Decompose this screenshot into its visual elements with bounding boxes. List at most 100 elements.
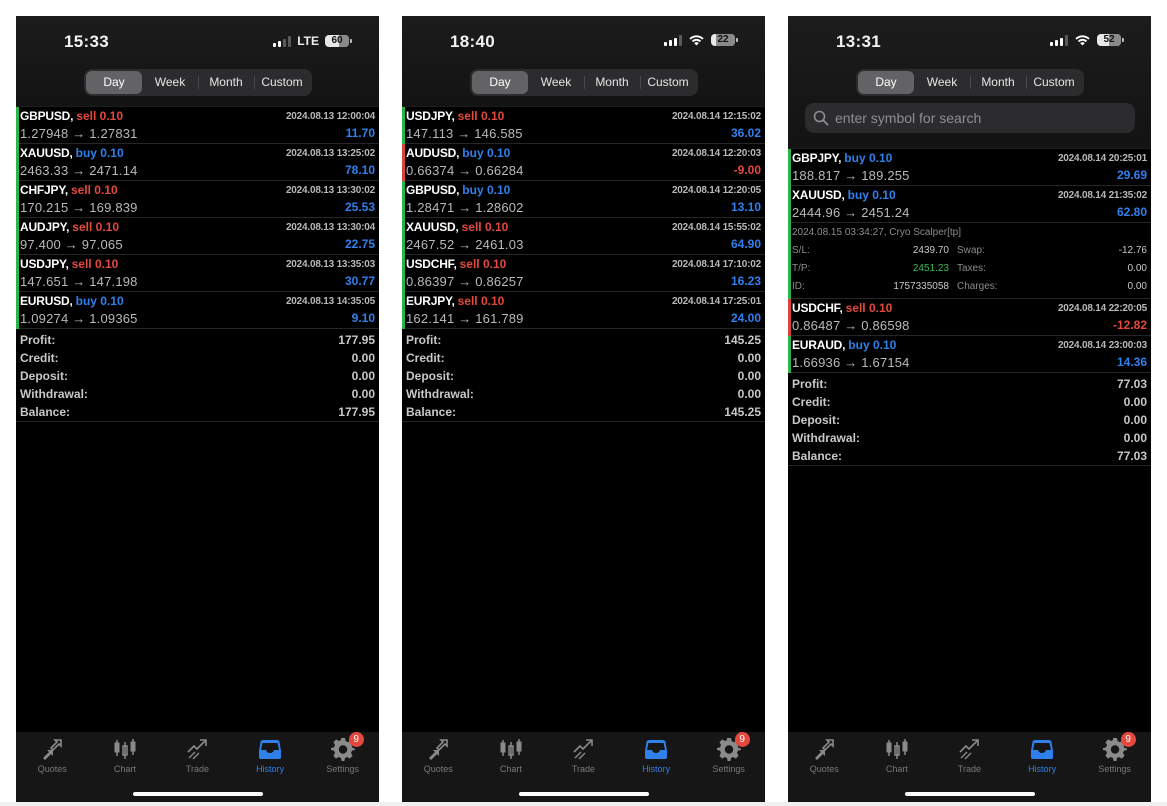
deal-symbol: GBPJPY, <box>792 151 842 165</box>
deal-profit: 16.23 <box>730 274 761 288</box>
tab-trade[interactable]: Trade <box>547 734 620 780</box>
summary-value: 0.00 <box>351 369 375 383</box>
deal-side-volume: buy 0.10 <box>462 183 511 197</box>
deal-result-indicator <box>16 218 19 255</box>
deal-result-indicator <box>788 336 791 373</box>
notification-badge: 9 <box>1120 732 1136 747</box>
summary-label: Profit: <box>406 333 442 347</box>
period-tab-month[interactable]: Month <box>198 71 254 94</box>
deal-row[interactable]: CHFJPY, sell 0.10 2024.08.13 13:30:02 170.2… <box>16 181 379 218</box>
detail-label: Charges: <box>957 281 998 292</box>
tab-quotes[interactable]: Quotes <box>16 734 89 780</box>
summary-label: Credit: <box>406 351 445 365</box>
period-tab-week[interactable]: Week <box>142 71 198 94</box>
deal-row[interactable]: EURJPY, sell 0.10 2024.08.14 17:25:01 162.1… <box>402 292 765 329</box>
detail-label: T/P: <box>792 263 811 274</box>
deal-side-volume: buy 0.10 <box>848 338 897 352</box>
deal-time: 2024.08.13 13:35:03 <box>285 259 375 270</box>
deal-side-volume: buy 0.10 <box>462 146 511 160</box>
deal-row[interactable]: GBPUSD, buy 0.10 2024.08.14 12:20:05 1.2847… <box>402 181 765 218</box>
deal-prices: 97.400 → 97.065 <box>20 237 123 252</box>
tab-settings[interactable]: 9 Settings <box>1078 732 1151 780</box>
deal-row[interactable]: EURAUD, buy 0.10 2024.08.14 23:00:03 1.6693… <box>788 336 1151 373</box>
deal-row[interactable]: XAUUSD, buy 0.10 2024.08.13 13:25:02 2463.3… <box>16 144 379 181</box>
tab-quotes[interactable]: Quotes <box>788 734 861 780</box>
battery-icon: 60 <box>325 35 352 47</box>
status-icons: LTE 60 <box>273 34 352 48</box>
summary-label: Balance: <box>406 405 457 419</box>
deal-row[interactable]: EURUSD, buy 0.10 2024.08.13 14:35:05 1.0927… <box>16 292 379 329</box>
wifi-icon <box>1075 35 1090 46</box>
deal-symbol: USDJPY, <box>20 257 69 271</box>
summary-label: Withdrawal: <box>406 387 474 401</box>
tab-settings[interactable]: 9 Settings <box>692 732 765 780</box>
deal-details: 2024.08.15 03:34:27, Cryo Scalper[tp] S/L… <box>788 222 1151 299</box>
deal-row[interactable]: AUDUSD, buy 0.10 2024.08.14 12:20:03 0.6637… <box>402 144 765 181</box>
deal-row[interactable]: USDCHF, sell 0.10 2024.08.14 17:10:02 0.863… <box>402 255 765 292</box>
deal-row[interactable]: GBPJPY, buy 0.10 2024.08.14 20:25:01 188.81… <box>788 149 1151 186</box>
deal-symbol: CHFJPY, <box>20 183 68 197</box>
deal-symbol: USDJPY, <box>406 109 455 123</box>
notification-badge: 9 <box>348 732 364 747</box>
deal-time: 2024.08.13 13:30:02 <box>285 185 375 196</box>
period-tab-day[interactable]: Day <box>858 71 914 94</box>
deal-row[interactable]: USDJPY, sell 0.10 2024.08.14 12:15:02 147.1… <box>402 107 765 144</box>
deal-symbol: EURUSD, <box>20 294 73 308</box>
tab-chart[interactable]: Chart <box>89 734 162 780</box>
tab-chart[interactable]: Chart <box>475 734 548 780</box>
deal-result-indicator <box>402 144 405 181</box>
summary-label: Profit: <box>20 333 56 347</box>
period-tab-month[interactable]: Month <box>584 71 640 94</box>
tab-history[interactable]: History <box>1006 734 1079 780</box>
tab-history[interactable]: History <box>234 734 307 780</box>
deal-row[interactable]: XAUUSD, sell 0.10 2024.08.14 15:55:02 2467.… <box>402 218 765 255</box>
trade-trend-icon <box>956 736 982 762</box>
period-segmented-control: Day Week Month Custom <box>470 69 698 96</box>
deal-row[interactable]: GBPUSD, sell 0.10 2024.08.13 12:00:04 1.279… <box>16 107 379 144</box>
period-tab-custom[interactable]: Custom <box>254 71 310 94</box>
summary-row-withdrawal: Withdrawal: 0.00 <box>20 385 375 403</box>
period-tab-week[interactable]: Week <box>528 71 584 94</box>
tab-trade[interactable]: Trade <box>933 734 1006 780</box>
deal-time: 2024.08.14 12:15:02 <box>671 111 761 122</box>
tab-label: Quotes <box>809 764 839 774</box>
deal-side-volume: sell 0.10 <box>459 257 507 271</box>
deal-symbol: GBPUSD, <box>20 109 74 123</box>
period-tab-day[interactable]: Day <box>86 71 142 94</box>
summary-row-profit: Profit: 145.25 <box>406 331 761 349</box>
period-tab-week[interactable]: Week <box>914 71 970 94</box>
deal-result-indicator <box>788 186 791 223</box>
deal-profit: 36.02 <box>730 126 761 140</box>
deal-time: 2024.08.14 15:55:02 <box>671 222 761 233</box>
summary-label: Credit: <box>792 395 831 409</box>
tab-settings[interactable]: 9 Settings <box>306 732 379 780</box>
period-tab-custom[interactable]: Custom <box>1026 71 1082 94</box>
symbol-search-input[interactable]: enter symbol for search <box>805 103 1135 133</box>
summary-row-balance: Balance: 177.95 <box>20 403 375 421</box>
deal-row[interactable]: USDJPY, sell 0.10 2024.08.13 13:35:03 147.6… <box>16 255 379 292</box>
summary-label: Withdrawal: <box>792 431 860 445</box>
deal-row[interactable]: USDCHF, sell 0.10 2024.08.14 22:20:05 0.864… <box>788 299 1151 336</box>
tab-quotes[interactable]: Quotes <box>402 734 475 780</box>
period-tab-custom[interactable]: Custom <box>640 71 696 94</box>
tab-label: Settings <box>1098 764 1131 774</box>
summary-value: 0.00 <box>351 351 375 365</box>
deal-symbol: AUDUSD, <box>406 146 460 160</box>
deal-prices: 2463.33 → 2471.14 <box>20 163 138 178</box>
deal-prices: 188.817 → 189.255 <box>792 168 910 183</box>
period-tab-day[interactable]: Day <box>472 71 528 94</box>
tab-history[interactable]: History <box>620 734 693 780</box>
deal-row[interactable]: XAUUSD, buy 0.10 2024.08.14 21:35:02 2444.9… <box>788 186 1151 223</box>
summary-row-profit: Profit: 177.95 <box>20 331 375 349</box>
deal-row[interactable]: AUDJPY, sell 0.10 2024.08.13 13:30:04 97.40… <box>16 218 379 255</box>
summary-label: Deposit: <box>406 369 454 383</box>
deal-title: EURAUD, buy 0.10 <box>792 338 896 352</box>
period-tab-month[interactable]: Month <box>970 71 1026 94</box>
tab-chart[interactable]: Chart <box>861 734 934 780</box>
tab-trade[interactable]: Trade <box>161 734 234 780</box>
deal-time: 2024.08.14 20:25:01 <box>1057 153 1147 164</box>
summary-value: 0.00 <box>1123 395 1147 409</box>
deal-time: 2024.08.14 21:35:02 <box>1057 190 1147 201</box>
tab-label: Trade <box>571 764 596 774</box>
phone-screen-2: 18:40 22 Day Week Month Custom USDJPY, s… <box>402 16 765 802</box>
